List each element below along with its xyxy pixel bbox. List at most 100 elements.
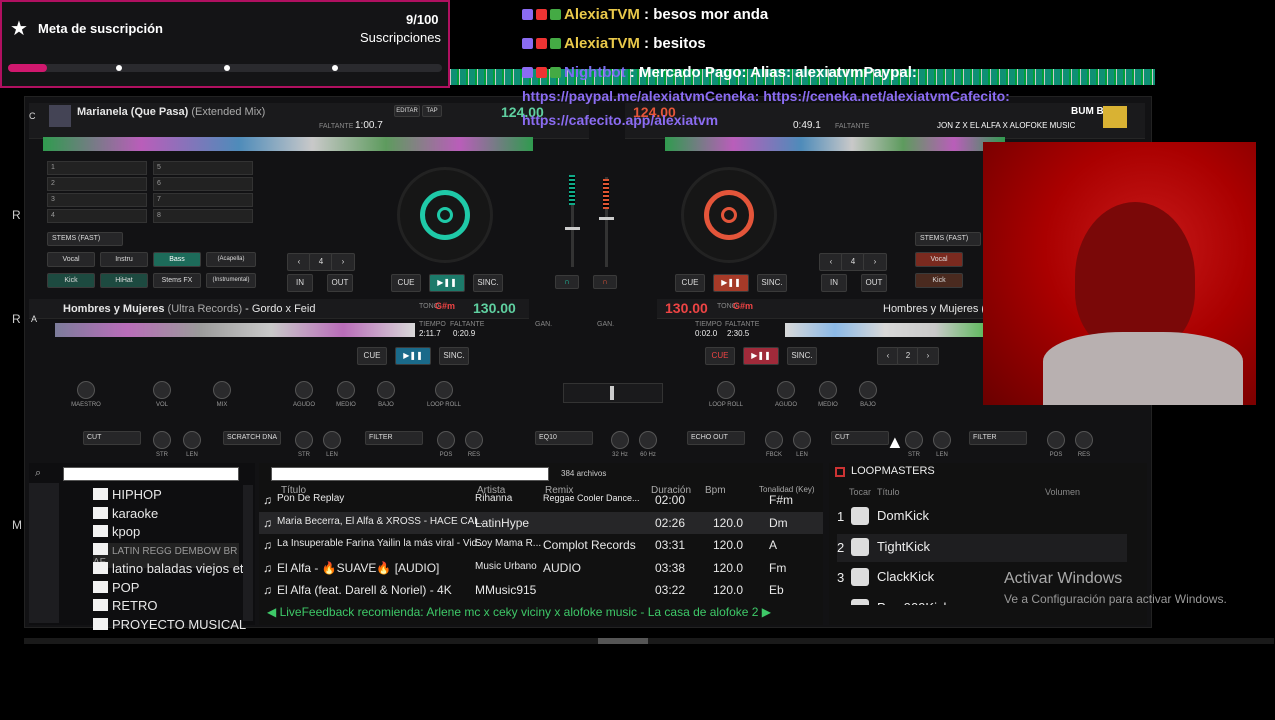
eq-right-0-knob[interactable]	[717, 381, 735, 399]
hotcue-6[interactable]: 6	[153, 177, 253, 191]
stem-vocal[interactable]: Vocal	[47, 252, 95, 267]
eq-right-2-knob[interactable]	[819, 381, 837, 399]
deck-b-loop-size[interactable]: 2	[897, 347, 919, 365]
deck-d-cue-button[interactable]: CUE	[675, 274, 705, 292]
master-0-knob[interactable]	[77, 381, 95, 399]
fx-2-knob[interactable]	[295, 431, 313, 449]
fx-13-knob[interactable]	[1075, 431, 1093, 449]
fx-5-knob[interactable]	[465, 431, 483, 449]
track-row[interactable]: ♫ Maria Becerra, El Alfa & XROSS - HACE C…	[259, 511, 823, 534]
deck-d-loop-size[interactable]: 4	[841, 253, 865, 271]
deck-a-sync-button[interactable]: SINC.	[439, 347, 469, 365]
deck-b-loop-prev[interactable]: ‹	[877, 347, 899, 365]
master-2-knob[interactable]	[213, 381, 231, 399]
fx-7-knob[interactable]	[639, 431, 657, 449]
folder-item[interactable]: latino baladas viejos etc	[93, 561, 250, 576]
deck-b-cue-button[interactable]: CUE	[705, 347, 735, 365]
track-search-input[interactable]	[271, 467, 549, 481]
deck-d-stem-vocal[interactable]: Vocal	[915, 252, 963, 267]
deck-a-play-button[interactable]: ▶❚❚	[395, 347, 431, 365]
eq-left-0-knob[interactable]	[295, 381, 313, 399]
deck-c-sync-button[interactable]: SINC.	[473, 274, 503, 292]
fx-9-knob[interactable]	[793, 431, 811, 449]
tap-button[interactable]: TAP	[422, 105, 442, 117]
loop-next-button-d[interactable]: ›	[863, 253, 887, 271]
deck-c-jog-wheel[interactable]	[397, 167, 493, 263]
deck-d-stem-kick[interactable]: Kick	[915, 273, 963, 288]
stem-kick[interactable]: Kick	[47, 273, 95, 288]
folder-item[interactable]: RETRO	[93, 598, 158, 613]
deck-d-jog-wheel[interactable]	[681, 167, 777, 263]
drum-icon[interactable]	[851, 537, 869, 556]
stem-acapella[interactable]: (Acapella)	[206, 252, 256, 267]
drum-icon[interactable]	[851, 598, 869, 605]
folder-item[interactable]: PROYECTO MUSICAL	[93, 617, 246, 632]
deck-d-out-button[interactable]: OUT	[861, 274, 887, 292]
sampler-item[interactable]: 2 TightKick	[837, 533, 1127, 562]
chat-username[interactable]: AlexiaTVM	[564, 6, 640, 23]
eq-right-3-knob[interactable]	[859, 381, 877, 399]
deck-b-loop-next[interactable]: ›	[917, 347, 939, 365]
fx-3-knob[interactable]	[323, 431, 341, 449]
fx-10-knob[interactable]	[905, 431, 923, 449]
deck-c-play-button[interactable]: ▶❚❚	[429, 274, 465, 292]
track-row[interactable]: ♫ El Alfa - 🔥SUAVE🔥 [AUDIO] Music Urbano AU…	[259, 557, 823, 579]
deck-c-cue-button[interactable]: CUE	[391, 274, 421, 292]
hotcue-2[interactable]: 2	[47, 177, 147, 191]
fx-mid-2-select[interactable]: ECHO OUT	[687, 431, 745, 445]
hotcue-3[interactable]: 3	[47, 193, 147, 207]
fx-4-knob[interactable]	[437, 431, 455, 449]
fx-right-1-select[interactable]: CUT	[831, 431, 889, 445]
horizontal-scrollbar[interactable]	[24, 638, 1274, 644]
loop-next-button[interactable]: ›	[331, 253, 355, 271]
stem-instrumental[interactable]: (Instrumental)	[206, 273, 256, 288]
fx-1-knob[interactable]	[183, 431, 201, 449]
fx-left-1-select[interactable]: CUT	[83, 431, 141, 445]
crossfader[interactable]	[563, 383, 663, 403]
chat-link-1[interactable]: https://paypal.me/alexiatvmCeneka: https…	[522, 88, 1010, 104]
fx-left-2-select[interactable]: SCRATCH DNA	[223, 431, 281, 445]
fx-left-3-select[interactable]: FILTER	[365, 431, 423, 445]
deck-c-loop-size[interactable]: 4	[309, 253, 333, 271]
hotcue-5[interactable]: 5	[153, 161, 253, 175]
chat-username[interactable]: Nightbot	[564, 64, 626, 81]
search-input[interactable]	[63, 467, 239, 481]
deck-d-in-button[interactable]: IN	[821, 274, 847, 292]
deck-c-in-button[interactable]: IN	[287, 274, 313, 292]
chat-link-2[interactable]: https://cafecito.app/alexiatvm	[522, 112, 718, 128]
drum-icon[interactable]	[851, 507, 869, 525]
folder-scrollbar[interactable]	[243, 485, 253, 621]
deck-a-cue-button[interactable]: CUE	[357, 347, 387, 365]
fx-right-2-select[interactable]: FILTER	[969, 431, 1027, 445]
track-row[interactable]: ♫ La Insuperable Farina Yailin la más vir…	[259, 534, 823, 556]
drum-icon[interactable]	[851, 568, 869, 586]
fx-8-knob[interactable]	[765, 431, 783, 449]
eq-right-1-knob[interactable]	[777, 381, 795, 399]
eq-left-2-knob[interactable]	[377, 381, 395, 399]
loop-prev-button-d[interactable]: ‹	[819, 253, 843, 271]
sampler-item[interactable]: 1 DomKick	[837, 503, 1127, 531]
hotcue-7[interactable]: 7	[153, 193, 253, 207]
master-1-knob[interactable]	[153, 381, 171, 399]
hotcue-4[interactable]: 4	[47, 209, 147, 223]
scroll-thumb[interactable]	[598, 638, 648, 644]
folder-item[interactable]: karaoke	[93, 506, 158, 521]
folder-item[interactable]: POP	[93, 580, 139, 595]
folder-item[interactable]: kpop	[93, 524, 140, 539]
crossfader-handle[interactable]	[610, 386, 614, 400]
stem-fx[interactable]: Stems FX	[153, 273, 201, 288]
eq-left-3-knob[interactable]	[435, 381, 453, 399]
deck-b-play-button[interactable]: ▶❚❚	[743, 347, 779, 365]
stem-bass[interactable]: Bass	[153, 252, 201, 267]
deck-b-sync-button[interactable]: SINC.	[787, 347, 817, 365]
deck-d-stems-select[interactable]: STEMS (FAST)	[915, 232, 981, 246]
chat-username[interactable]: AlexiaTVM	[564, 35, 640, 52]
edit-button[interactable]: EDITAR	[394, 105, 420, 117]
track-row[interactable]: ♫ El Alfa (feat. Darell & Noriel) - 4K MMu…	[259, 579, 823, 601]
headphone-cue-left[interactable]: ∩	[555, 275, 579, 289]
folder-item[interactable]: HIPHOP	[93, 487, 162, 502]
fx-11-knob[interactable]	[933, 431, 951, 449]
stem-hihat[interactable]: HiHat	[100, 273, 148, 288]
fx-6-knob[interactable]	[611, 431, 629, 449]
eq-left-1-knob[interactable]	[337, 381, 355, 399]
